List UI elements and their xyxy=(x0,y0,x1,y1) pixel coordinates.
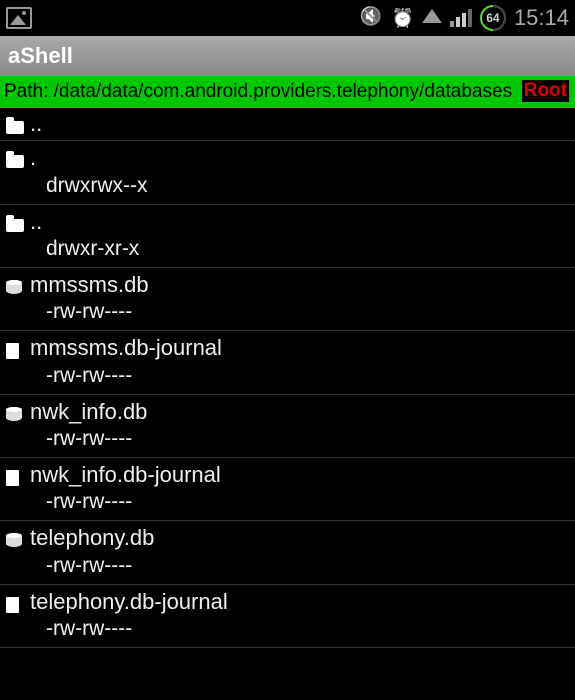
file-permissions: -rw-rw---- xyxy=(30,364,222,388)
file-row[interactable]: telephony.db -rw-rw---- xyxy=(0,521,575,584)
path-bar[interactable]: Path: /data/data/com.android.providers.t… xyxy=(0,76,575,108)
file-row[interactable]: .. xyxy=(0,108,575,141)
file-name: telephony.db xyxy=(30,525,154,551)
file-name: . xyxy=(30,145,147,171)
file-permissions: -rw-rw---- xyxy=(30,490,221,514)
file-name: .. xyxy=(30,209,139,235)
status-right: 64 15:14 xyxy=(360,5,569,31)
file-text: telephony.db-journal-rw-rw---- xyxy=(30,589,228,641)
folder-icon xyxy=(6,115,26,131)
file-row[interactable]: nwk_info.db-journal-rw-rw---- xyxy=(0,458,575,521)
file-permissions: -rw-rw---- xyxy=(30,427,147,451)
file-row[interactable]: . drwxrwx--x xyxy=(0,141,575,204)
file-row[interactable]: nwk_info.db-rw-rw---- xyxy=(0,395,575,458)
file-permissions: drwxrwx--x xyxy=(30,174,147,198)
file-text: . drwxrwx--x xyxy=(30,145,147,197)
wifi-icon xyxy=(422,9,442,28)
root-badge: Root xyxy=(522,80,569,102)
file-permissions: -rw-rw---- xyxy=(30,617,228,641)
file-text: ..drwxr-xr-x xyxy=(30,209,139,261)
file-name: .. xyxy=(30,111,42,137)
file-icon xyxy=(6,339,26,355)
file-text: nwk_info.db-rw-rw---- xyxy=(30,399,147,451)
file-list: ...drwxrwx--x..drwxr-xr-xmmssms.db-rw-rw… xyxy=(0,108,575,649)
file-icon xyxy=(6,466,26,482)
file-row[interactable]: telephony.db-journal-rw-rw---- xyxy=(0,585,575,648)
file-text: mmssms.db-journal -rw-rw---- xyxy=(30,335,222,387)
file-name: nwk_info.db xyxy=(30,399,147,425)
file-row[interactable]: mmssms.db-journal -rw-rw---- xyxy=(0,331,575,394)
status-bar: 64 15:14 xyxy=(0,0,575,36)
path-text: Path: /data/data/com.android.providers.t… xyxy=(4,80,518,104)
folder-icon xyxy=(6,213,26,229)
mute-icon xyxy=(360,6,384,30)
file-row[interactable]: mmssms.db-rw-rw---- xyxy=(0,268,575,331)
file-permissions: -rw-rw---- xyxy=(30,300,149,324)
file-icon xyxy=(6,593,26,609)
file-name: mmssms.db-journal xyxy=(30,335,222,361)
clock: 15:14 xyxy=(514,5,569,31)
file-text: nwk_info.db-journal-rw-rw---- xyxy=(30,462,221,514)
app-titlebar: aShell xyxy=(0,36,575,76)
path-prefix: Path: xyxy=(4,81,54,102)
file-text: telephony.db -rw-rw---- xyxy=(30,525,154,577)
database-icon xyxy=(6,403,26,419)
gallery-icon xyxy=(6,7,32,29)
battery-icon: 64 xyxy=(480,5,506,31)
file-name: nwk_info.db-journal xyxy=(30,462,221,488)
database-icon xyxy=(6,276,26,292)
battery-percent: 64 xyxy=(486,11,499,25)
file-name: telephony.db-journal xyxy=(30,589,228,615)
path-value: /data/data/com.android.providers.telepho… xyxy=(54,81,512,102)
folder-icon xyxy=(6,149,26,165)
file-text: mmssms.db-rw-rw---- xyxy=(30,272,149,324)
alarm-icon xyxy=(392,8,414,29)
file-name: mmssms.db xyxy=(30,272,149,298)
file-permissions: -rw-rw---- xyxy=(30,554,154,578)
database-icon xyxy=(6,529,26,545)
file-permissions: drwxr-xr-x xyxy=(30,237,139,261)
file-row[interactable]: ..drwxr-xr-x xyxy=(0,205,575,268)
signal-icon xyxy=(450,9,472,27)
app-title: aShell xyxy=(8,43,73,69)
status-left xyxy=(6,7,32,29)
file-text: .. xyxy=(30,111,42,137)
